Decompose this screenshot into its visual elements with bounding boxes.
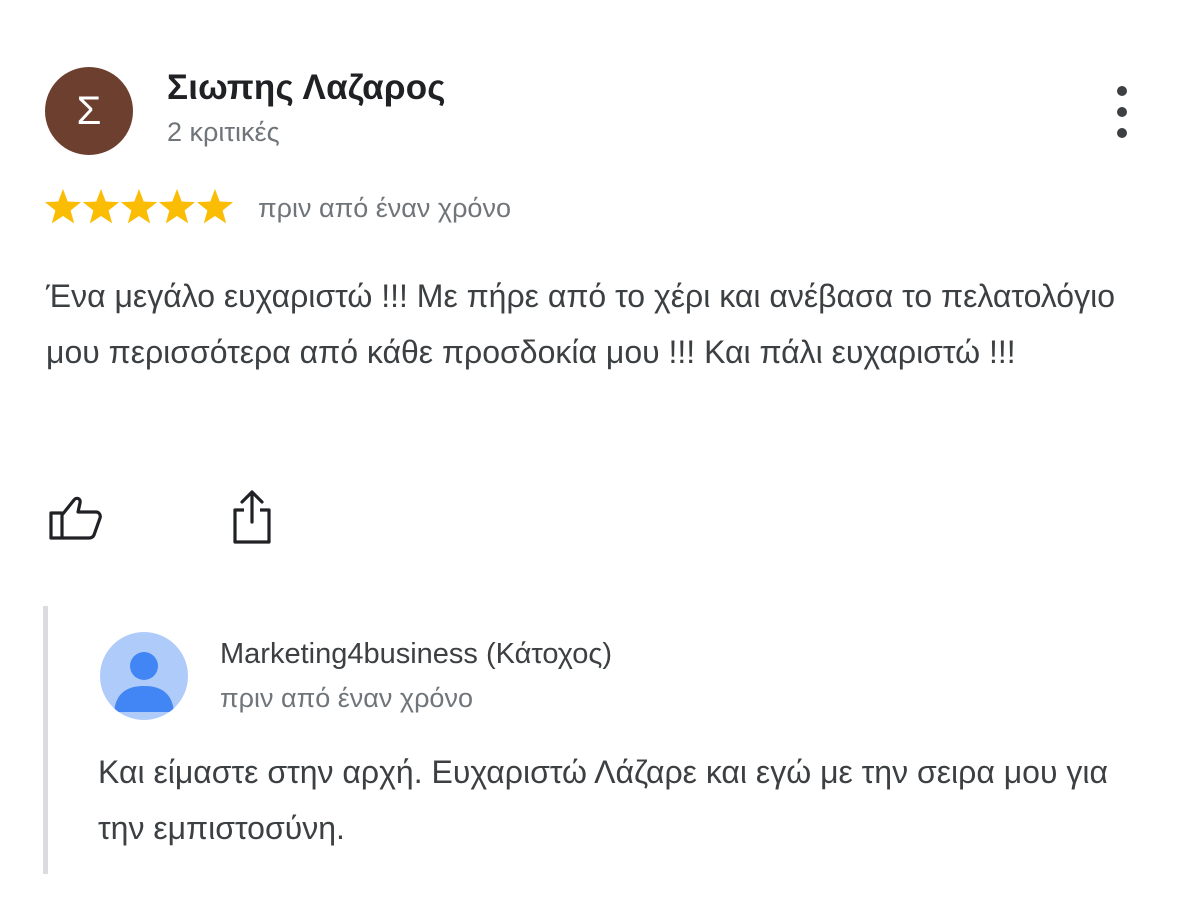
- star-icon: [158, 189, 196, 224]
- owner-reply-time: πριν από έναν χρόνο: [220, 683, 473, 713]
- star-icon: [120, 189, 158, 224]
- star-icon: [196, 189, 234, 224]
- author-initial: Σ: [76, 88, 102, 133]
- star-rating: [44, 188, 234, 228]
- review-time: πριν από έναν χρόνο: [258, 193, 511, 223]
- owner-name: Marketing4business (Κάτοχος): [220, 638, 612, 670]
- author-review-count: 2 κριτικές: [167, 117, 280, 147]
- star-icon: [44, 189, 82, 224]
- like-button[interactable]: [46, 494, 104, 542]
- share-icon: [233, 490, 271, 544]
- owner-avatar[interactable]: [100, 632, 188, 720]
- more-vert-icon: [1117, 86, 1127, 96]
- thumb-up-icon: [49, 496, 102, 540]
- author-name[interactable]: Σιωπης Λαζαρος: [167, 68, 446, 108]
- review-text: Ένα μεγάλο ευχαριστώ !!! Με πήρε από το …: [46, 278, 1115, 370]
- more-options-button[interactable]: [1100, 82, 1144, 142]
- more-vert-dot: [1117, 107, 1127, 117]
- more-vert-dot: [1117, 128, 1127, 138]
- owner-reply: Marketing4business (Κάτοχος) πριν από έν…: [43, 606, 1163, 874]
- star-icon: [82, 189, 120, 224]
- person-icon: [114, 652, 174, 712]
- review-card: Σ Σιωπης Λαζαρος 2 κριτικές πριν από ένα…: [0, 0, 1200, 918]
- owner-reply-text: Και είμαστε στην αρχή. Ευχαριστώ Λάζαρε …: [98, 754, 1108, 846]
- author-avatar[interactable]: Σ: [45, 67, 133, 155]
- share-button[interactable]: [228, 488, 276, 546]
